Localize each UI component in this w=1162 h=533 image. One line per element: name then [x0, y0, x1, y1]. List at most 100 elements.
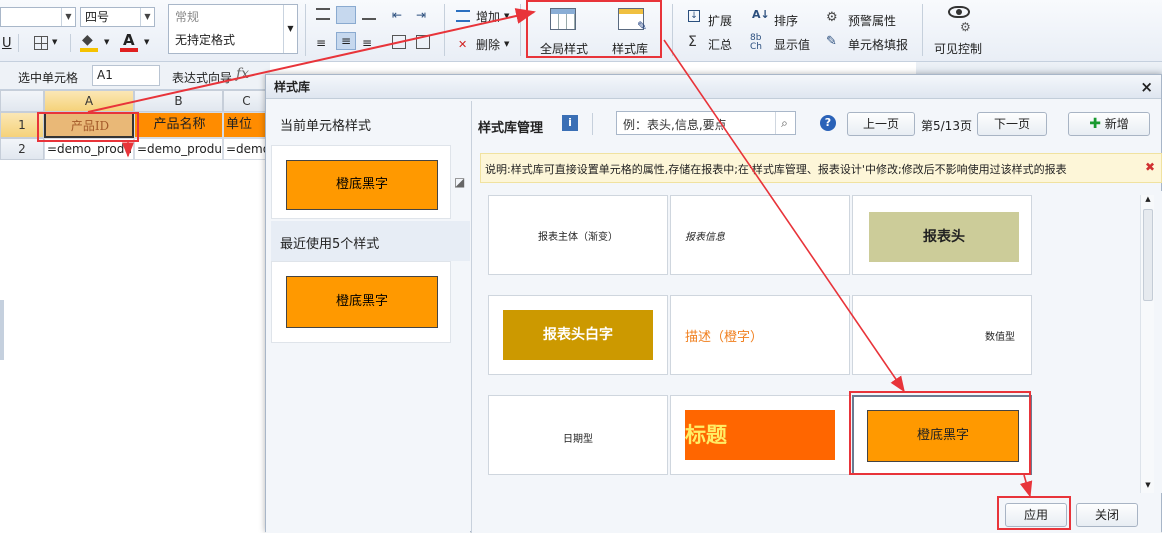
sort-button[interactable]: 排序 — [774, 12, 798, 29]
splitter-handle[interactable] — [0, 300, 4, 360]
style-tile[interactable]: 报表头 — [852, 195, 1032, 275]
align-right-icon[interactable]: ≡ — [362, 36, 372, 50]
recent-style-swatch[interactable]: 橙底黑字 — [286, 276, 438, 328]
scroll-down-icon[interactable]: ▼ — [1141, 481, 1155, 493]
close-icon[interactable]: × — [1140, 78, 1153, 96]
style-tile[interactable]: 描述（橙字） — [670, 295, 850, 375]
pencil-icon[interactable]: ✎ — [826, 34, 837, 49]
right-pane: 样式库管理 i 例：表头,信息,要点 ⌕ ? 上一页 第5/13页 下一页 ✚ … — [471, 101, 1162, 533]
indent-decrease-icon[interactable]: ⇤ — [392, 8, 402, 22]
dialog-title: 样式库 — [266, 75, 1161, 99]
align-bottom-icon[interactable] — [362, 8, 376, 20]
add-style-button[interactable]: ✚ 新增 — [1068, 112, 1150, 136]
tile-label: 描述（橙字） — [685, 330, 764, 345]
search-input[interactable]: 例：表头,信息,要点 ⌕ — [616, 111, 796, 135]
chevron-down-icon[interactable]: ▼ — [52, 38, 57, 46]
font-color-icon[interactable]: A — [123, 31, 135, 49]
style-tile[interactable]: 报表信息 — [670, 195, 850, 275]
expand-button[interactable]: 扩展 — [708, 12, 732, 29]
gear-icon: ⚙ — [960, 20, 971, 34]
border-icon[interactable] — [34, 36, 48, 50]
wrap-text-icon[interactable] — [416, 35, 430, 49]
delete-button[interactable]: 删除 — [476, 36, 500, 53]
chevron-down-icon[interactable]: ▼ — [104, 38, 109, 46]
font-name-combo[interactable]: ▼ — [0, 7, 76, 27]
sum-button[interactable]: 汇总 — [708, 36, 732, 53]
current-style-swatch[interactable]: 橙底黑字 — [286, 160, 438, 210]
info-strip: 说明:样式库可直接设置单元格的属性,存储在报表中;在'样式库管理、报表设计'中修… — [480, 153, 1162, 183]
tile-label: 报表主体（渐变） — [538, 232, 618, 243]
search-placeholder: 例：表头,信息,要点 — [623, 118, 727, 132]
chevron-down-icon: ▼ — [61, 8, 75, 26]
expand-icon[interactable]: ↓ — [688, 10, 700, 22]
style-tile[interactable]: 日期型 — [488, 395, 668, 475]
sum-icon[interactable]: Σ — [688, 34, 697, 50]
align-top-icon[interactable] — [316, 8, 330, 20]
style-tile[interactable]: 标题 — [670, 395, 850, 475]
cell-c2[interactable]: =demo_ — [223, 138, 270, 160]
display-value-button[interactable]: 显示值 — [774, 36, 810, 53]
close-button[interactable]: 关闭 — [1076, 503, 1138, 527]
recent-header: 最近使用5个样式 — [271, 221, 470, 261]
eye-icon[interactable] — [948, 6, 970, 18]
merge-cells-icon[interactable] — [392, 35, 406, 49]
display-value-icon[interactable]: 8b Ch — [750, 34, 762, 52]
tile-label: 日期型 — [563, 434, 593, 445]
column-header[interactable]: B — [134, 90, 223, 112]
delete-icon[interactable]: ✕ — [458, 38, 467, 51]
cell-fill-button[interactable]: 单元格填报 — [848, 36, 908, 53]
font-size-combo[interactable]: 四号 ▼ — [80, 7, 155, 27]
add-style-label: 新增 — [1104, 117, 1129, 131]
next-page-button[interactable]: 下一页 — [977, 112, 1047, 136]
current-style-panel: 橙底黑字 — [271, 145, 451, 219]
chevron-down-icon[interactable]: ▼ — [283, 5, 297, 53]
align-left-icon[interactable]: ≡ — [316, 36, 326, 50]
insert-icon[interactable] — [456, 10, 470, 22]
chevron-down-icon[interactable]: ▼ — [504, 40, 509, 48]
highlight-cell-a1 — [37, 112, 139, 142]
tile-label: 报表头 — [869, 212, 1019, 262]
divider — [592, 113, 593, 135]
fx-icon[interactable]: fx — [236, 66, 249, 82]
alert-property-button[interactable]: 预警属性 — [848, 12, 896, 29]
selected-cell-label: 选中单元格 — [18, 71, 79, 85]
style-grid: 报表主体（渐变） 报表信息 报表头 报表头白字 描述（橙字） 数值型 日期型 标… — [472, 191, 1162, 493]
cell-c1[interactable]: 单位 — [223, 112, 270, 138]
prev-page-button[interactable]: 上一页 — [847, 112, 915, 136]
scrollbar[interactable]: ▲ ▼ — [1140, 195, 1154, 493]
scroll-up-icon[interactable]: ▲ — [1141, 195, 1155, 207]
underline-button[interactable]: U — [2, 36, 12, 51]
plus-icon: ✚ — [1089, 116, 1101, 132]
cell-b2[interactable]: =demo_produ — [134, 138, 223, 160]
column-header[interactable]: C — [223, 90, 270, 112]
cell-b1[interactable]: 产品名称 — [134, 112, 223, 138]
info-icon[interactable]: i — [562, 115, 578, 131]
corner-header[interactable] — [0, 90, 44, 112]
current-style-label: 当前单元格样式 — [280, 119, 372, 134]
indent-increase-icon[interactable]: ⇥ — [416, 8, 426, 22]
align-center-icon[interactable]: ≡ — [336, 32, 356, 50]
align-middle-icon[interactable] — [336, 6, 356, 24]
chevron-down-icon[interactable]: ▼ — [144, 38, 149, 46]
help-icon[interactable]: ? — [820, 115, 836, 131]
number-format-box[interactable]: 常规 无持定格式 ▼ — [168, 4, 298, 54]
chevron-down-icon[interactable]: ▼ — [504, 12, 509, 20]
fill-bucket-icon[interactable]: ◆ — [82, 32, 93, 48]
eraser-icon[interactable]: ◪ — [454, 175, 465, 189]
close-icon[interactable]: ✖ — [1145, 160, 1155, 174]
visible-control-button[interactable]: 可见控制 — [934, 40, 982, 57]
info-text: 说明:样式库可直接设置单元格的属性,存储在报表中;在'样式库管理、报表设计'中修… — [485, 163, 1067, 176]
column-header[interactable]: A — [44, 90, 134, 112]
scroll-thumb[interactable] — [1143, 209, 1153, 301]
alert-settings-icon[interactable]: ⚙ — [826, 10, 838, 25]
add-button[interactable]: 增加 — [476, 8, 500, 25]
style-tile[interactable]: 报表头白字 — [488, 295, 668, 375]
search-icon[interactable]: ⌕ — [775, 112, 793, 134]
style-tile[interactable]: 数值型 — [852, 295, 1032, 375]
left-pane: 当前单元格样式 橙底黑字 ◪ 最近使用5个样式 橙底黑字 — [266, 101, 470, 533]
sort-icon[interactable]: A↓ — [752, 8, 770, 21]
spreadsheet: A B C 1 2 产品ID 产品名称 单位 =demo_produ =demo… — [0, 90, 270, 532]
cell-ref-input[interactable]: A1 — [92, 65, 160, 86]
expression-wizard-label[interactable]: 表达式向导 — [172, 69, 232, 86]
style-tile[interactable]: 报表主体（渐变） — [488, 195, 668, 275]
